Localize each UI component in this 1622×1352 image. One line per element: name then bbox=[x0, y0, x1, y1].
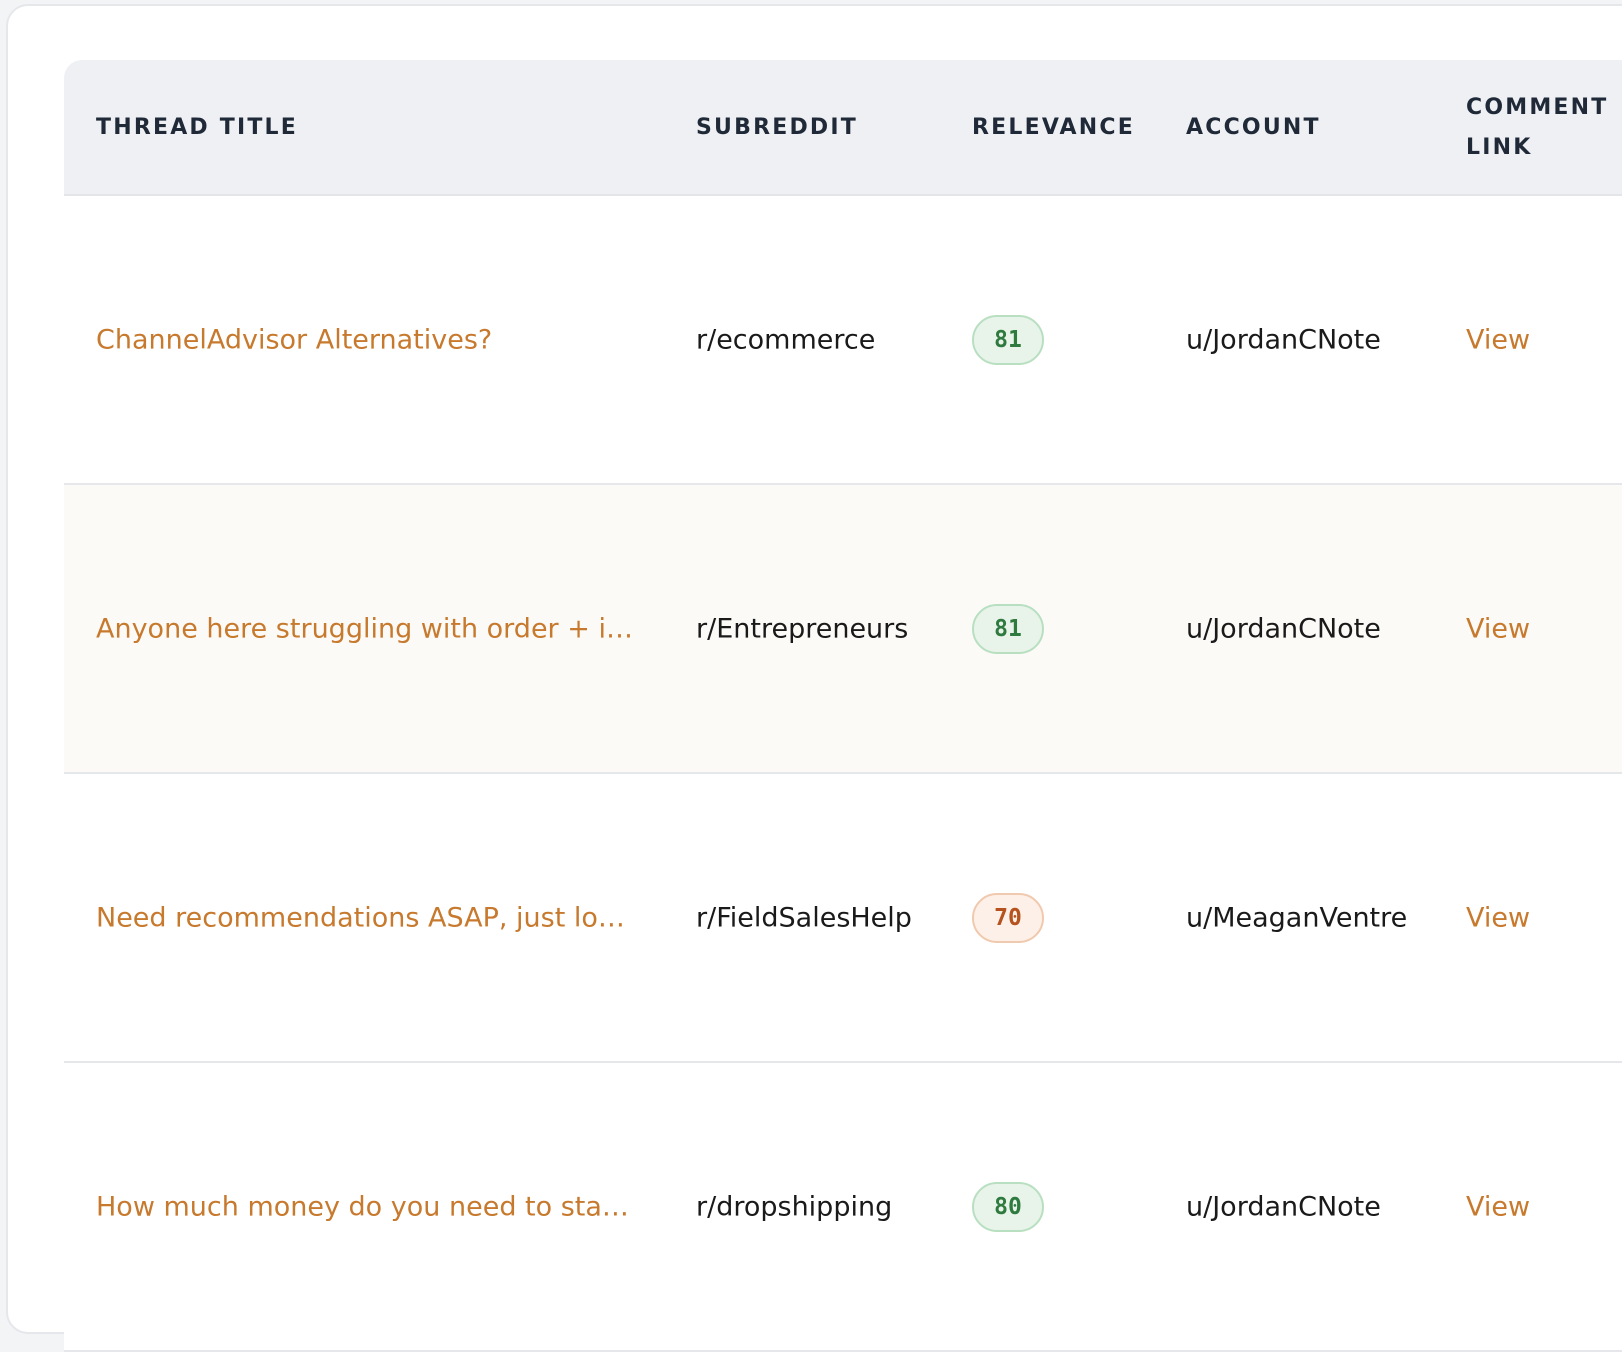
relevance-badge: 70 bbox=[972, 892, 1044, 943]
results-card: THREAD TITLE SUBREDDIT RELEVANCE ACCOUNT… bbox=[6, 4, 1622, 1352]
account-cell: u/JordanCNote bbox=[1186, 1191, 1381, 1222]
table-row: ChannelAdvisor Alternatives? r/ecommerce… bbox=[64, 196, 1622, 485]
thread-title-link[interactable]: Anyone here struggling with order + inv… bbox=[96, 613, 636, 644]
view-comment-link[interactable]: View bbox=[1466, 1191, 1530, 1222]
header-comment-link[interactable]: COMMENT LINK bbox=[1466, 88, 1616, 168]
thread-title-link[interactable]: How much money do you need to start … bbox=[96, 1191, 636, 1222]
thread-title-link[interactable]: Need recommendations ASAP, just lost … bbox=[96, 902, 636, 933]
account-cell: u/MeaganVentre bbox=[1186, 902, 1408, 933]
subreddit-cell: r/FieldSalesHelp bbox=[696, 902, 912, 933]
table-header: THREAD TITLE SUBREDDIT RELEVANCE ACCOUNT… bbox=[64, 60, 1622, 196]
relevance-badge: 81 bbox=[972, 314, 1044, 365]
header-thread-title[interactable]: THREAD TITLE bbox=[96, 108, 298, 148]
relevance-badge: 80 bbox=[972, 1181, 1044, 1232]
header-account[interactable]: ACCOUNT bbox=[1186, 108, 1321, 148]
subreddit-cell: r/ecommerce bbox=[696, 324, 876, 355]
account-cell: u/JordanCNote bbox=[1186, 324, 1381, 355]
table-row: How much money do you need to start … r/… bbox=[64, 1063, 1622, 1352]
header-subreddit[interactable]: SUBREDDIT bbox=[696, 108, 858, 148]
account-cell: u/JordanCNote bbox=[1186, 613, 1381, 644]
relevance-badge: 81 bbox=[972, 603, 1044, 654]
subreddit-cell: r/dropshipping bbox=[696, 1191, 893, 1222]
table-row: Anyone here struggling with order + inv…… bbox=[64, 485, 1622, 774]
table-row: Need recommendations ASAP, just lost … r… bbox=[64, 774, 1622, 1063]
header-relevance[interactable]: RELEVANCE bbox=[972, 108, 1135, 148]
threads-table: THREAD TITLE SUBREDDIT RELEVANCE ACCOUNT… bbox=[64, 60, 1622, 1352]
view-comment-link[interactable]: View bbox=[1466, 324, 1530, 355]
thread-title-link[interactable]: ChannelAdvisor Alternatives? bbox=[96, 324, 492, 355]
view-comment-link[interactable]: View bbox=[1466, 902, 1530, 933]
view-comment-link[interactable]: View bbox=[1466, 613, 1530, 644]
subreddit-cell: r/Entrepreneurs bbox=[696, 613, 909, 644]
